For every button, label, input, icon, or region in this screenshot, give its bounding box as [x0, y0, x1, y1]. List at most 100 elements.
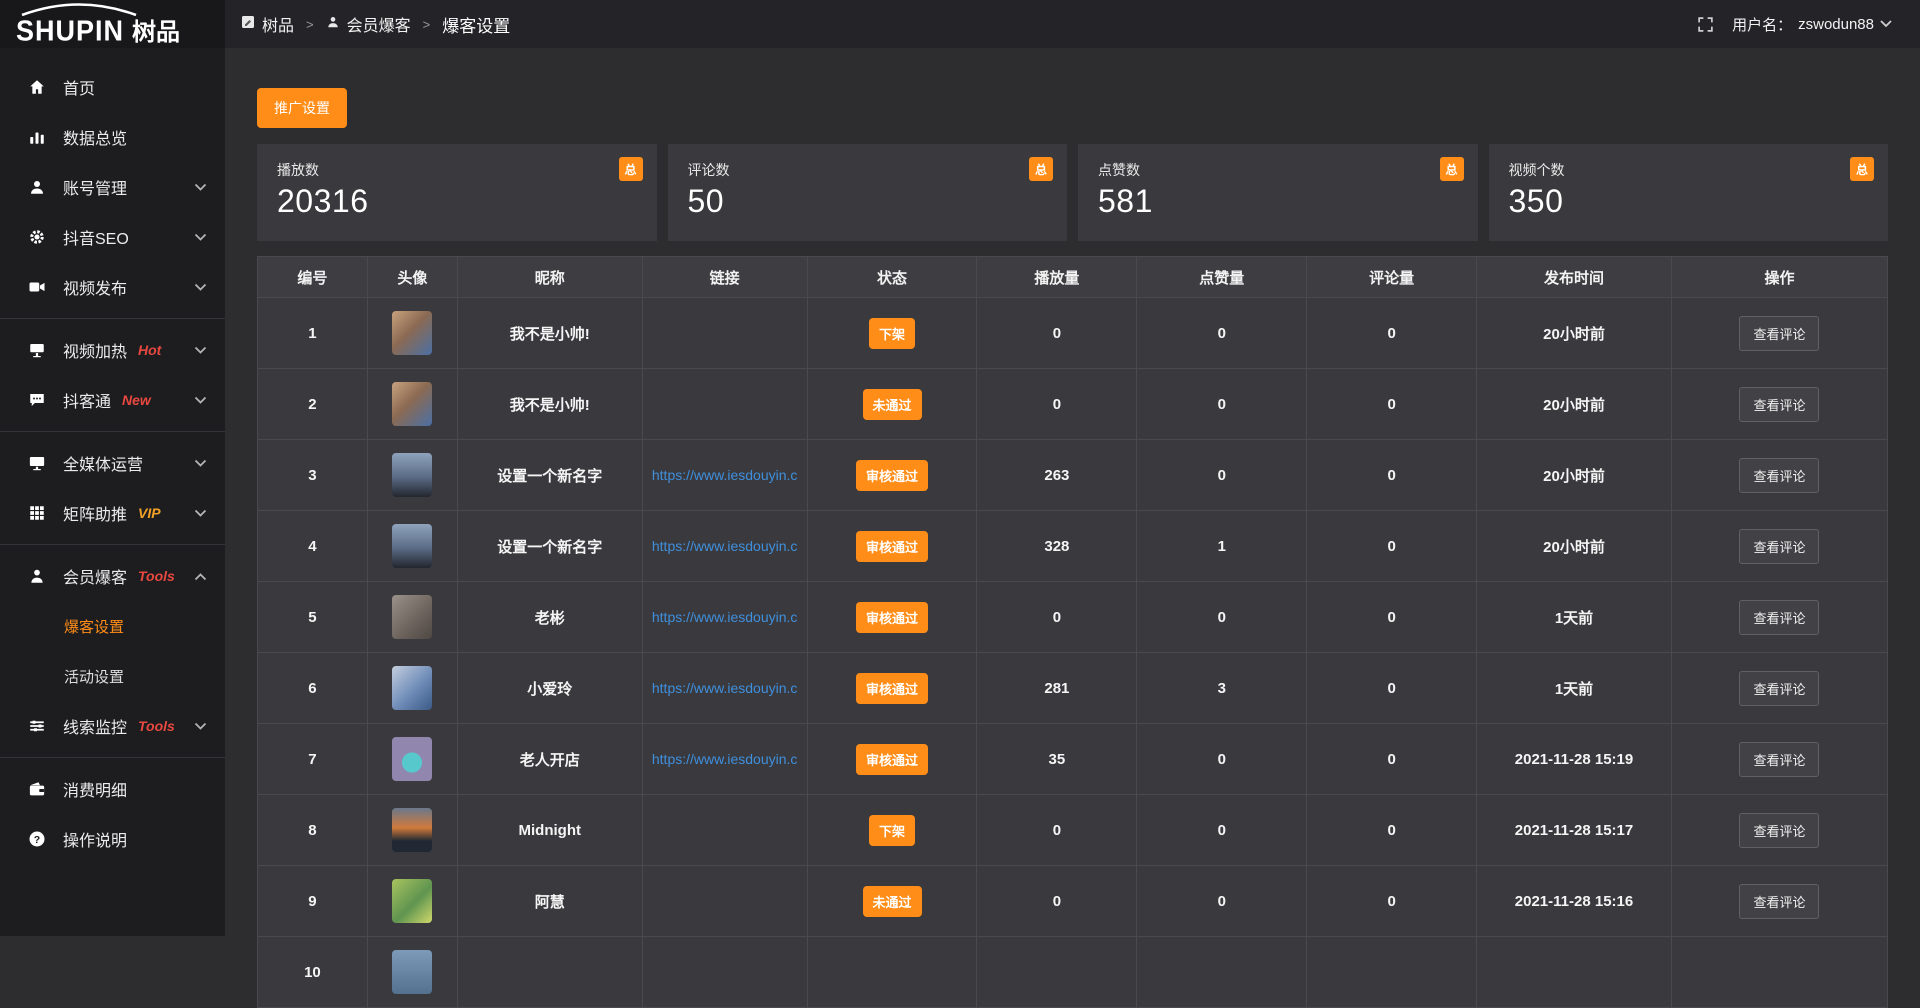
user-icon	[26, 178, 48, 196]
view-comments-button[interactable]: 查看评论	[1739, 671, 1819, 706]
status-badge[interactable]: 审核通过	[856, 602, 928, 633]
table-row: 4设置一个新名字https://www.iesdouyin.c审核通过32810…	[258, 511, 1888, 582]
sidebar-item-视频发布[interactable]: 视频发布	[0, 262, 225, 312]
sidebar-subitem-活动设置[interactable]: 活动设置	[0, 651, 225, 701]
sidebar-item-全媒体运营[interactable]: 全媒体运营	[0, 438, 225, 488]
status-badge[interactable]: 审核通过	[856, 531, 928, 562]
sidebar-item-label: 抖音SEO	[63, 225, 129, 249]
chevron-down-icon	[194, 233, 207, 242]
topbar-right: 用户名：zswodun88	[1697, 14, 1920, 35]
cell-avatar	[367, 582, 457, 653]
cell-status	[807, 937, 977, 1008]
logo-text-en: SHUPIN	[16, 15, 124, 48]
sidebar-item-抖客通[interactable]: 抖客通New	[0, 375, 225, 425]
breadcrumb-item[interactable]: 爆客设置	[442, 12, 510, 37]
video-link[interactable]: https://www.iesdouyin.c	[652, 680, 798, 696]
breadcrumb-item[interactable]: 会员爆客	[326, 12, 411, 36]
cell-plays: 0	[977, 866, 1137, 937]
cell-publish-time	[1477, 937, 1672, 1008]
video-link[interactable]: https://www.iesdouyin.c	[652, 609, 798, 625]
cell-number: 7	[258, 724, 368, 795]
cell-link	[642, 937, 807, 1008]
sidebar-item-账号管理[interactable]: 账号管理	[0, 162, 225, 212]
view-comments-button[interactable]: 查看评论	[1739, 458, 1819, 493]
cell-publish-time: 20小时前	[1477, 369, 1672, 440]
breadcrumb-item[interactable]: 树品	[241, 12, 294, 36]
status-badge[interactable]: 审核通过	[856, 744, 928, 775]
view-comments-button[interactable]: 查看评论	[1739, 884, 1819, 919]
cell-link	[642, 795, 807, 866]
cell-link[interactable]: https://www.iesdouyin.c	[642, 511, 807, 582]
sidebar-item-抖音SEO[interactable]: 抖音SEO	[0, 212, 225, 262]
sidebar-item-label: 首页	[63, 75, 95, 99]
chevron-down-icon	[194, 346, 207, 355]
sidebar-subitem-爆客设置[interactable]: 爆客设置	[0, 601, 225, 651]
breadcrumb-separator: >	[423, 17, 431, 32]
sidebar-item-视频加热[interactable]: 视频加热Hot	[0, 325, 225, 375]
cell-plays: 0	[977, 795, 1137, 866]
cell-number: 4	[258, 511, 368, 582]
breadcrumb-separator: >	[306, 17, 314, 32]
sidebar-item-会员爆客[interactable]: 会员爆客Tools	[0, 551, 225, 601]
view-comments-button[interactable]: 查看评论	[1739, 813, 1819, 848]
chevron-down-icon	[194, 459, 207, 468]
cell-link[interactable]: https://www.iesdouyin.c	[642, 582, 807, 653]
cell-nickname: 设置一个新名字	[457, 511, 642, 582]
user-menu[interactable]: 用户名：zswodun88	[1732, 14, 1892, 35]
sidebar-item-首页[interactable]: 首页	[0, 62, 225, 112]
view-comments-button[interactable]: 查看评论	[1739, 742, 1819, 777]
column-header-编号: 编号	[258, 257, 368, 298]
cell-comments	[1307, 937, 1477, 1008]
video-link[interactable]: https://www.iesdouyin.c	[652, 538, 798, 554]
status-badge[interactable]: 审核通过	[856, 673, 928, 704]
cell-action: 查看评论	[1671, 653, 1887, 724]
cell-publish-time: 2021-11-28 15:16	[1477, 866, 1672, 937]
stat-value: 350	[1509, 183, 1869, 220]
cell-comments: 0	[1307, 795, 1477, 866]
cell-link[interactable]: https://www.iesdouyin.c	[642, 653, 807, 724]
sidebar-item-线索监控[interactable]: 线索监控Tools	[0, 701, 225, 751]
avatar	[392, 737, 432, 781]
cell-number: 6	[258, 653, 368, 724]
cell-comments: 0	[1307, 298, 1477, 369]
sidebar-item-操作说明[interactable]: ?操作说明	[0, 814, 225, 864]
avatar	[392, 311, 432, 355]
status-badge[interactable]: 下架	[869, 815, 915, 846]
view-comments-button[interactable]: 查看评论	[1739, 387, 1819, 422]
app-logo: SHUPIN 树品	[0, 0, 225, 48]
sidebar-item-消费明细[interactable]: 消费明细	[0, 764, 225, 814]
wallet-icon	[26, 780, 48, 798]
view-comments-button[interactable]: 查看评论	[1739, 529, 1819, 564]
cell-link	[642, 298, 807, 369]
fullscreen-icon[interactable]	[1697, 16, 1714, 33]
view-comments-button[interactable]: 查看评论	[1739, 316, 1819, 351]
status-badge[interactable]: 审核通过	[856, 460, 928, 491]
stat-card-播放数: 播放数20316总	[257, 144, 657, 241]
cell-avatar	[367, 298, 457, 369]
sidebar-item-badge: Tools	[138, 718, 175, 734]
sidebar-item-label: 视频发布	[63, 275, 127, 299]
promo-settings-button[interactable]: 推广设置	[257, 88, 347, 128]
view-comments-button[interactable]: 查看评论	[1739, 600, 1819, 635]
stat-value: 50	[688, 183, 1048, 220]
table-row: 9阿慧未通过0002021-11-28 15:16查看评论	[258, 866, 1888, 937]
cell-likes: 0	[1137, 369, 1307, 440]
cell-publish-time: 20小时前	[1477, 440, 1672, 511]
cell-number: 5	[258, 582, 368, 653]
cell-status: 未通过	[807, 369, 977, 440]
cell-plays: 0	[977, 298, 1137, 369]
cell-plays: 328	[977, 511, 1137, 582]
cell-link[interactable]: https://www.iesdouyin.c	[642, 724, 807, 795]
status-badge[interactable]: 未通过	[863, 886, 922, 917]
svg-text:?: ?	[34, 834, 40, 846]
video-link[interactable]: https://www.iesdouyin.c	[652, 751, 798, 767]
sidebar-item-数据总览[interactable]: 数据总览	[0, 112, 225, 162]
cell-link[interactable]: https://www.iesdouyin.c	[642, 440, 807, 511]
cell-likes: 0	[1137, 582, 1307, 653]
sidebar-item-矩阵助推[interactable]: 矩阵助推VIP	[0, 488, 225, 538]
sidebar-divider	[0, 757, 225, 758]
video-link[interactable]: https://www.iesdouyin.c	[652, 467, 798, 483]
video-icon	[26, 278, 48, 296]
status-badge[interactable]: 未通过	[863, 389, 922, 420]
status-badge[interactable]: 下架	[869, 318, 915, 349]
